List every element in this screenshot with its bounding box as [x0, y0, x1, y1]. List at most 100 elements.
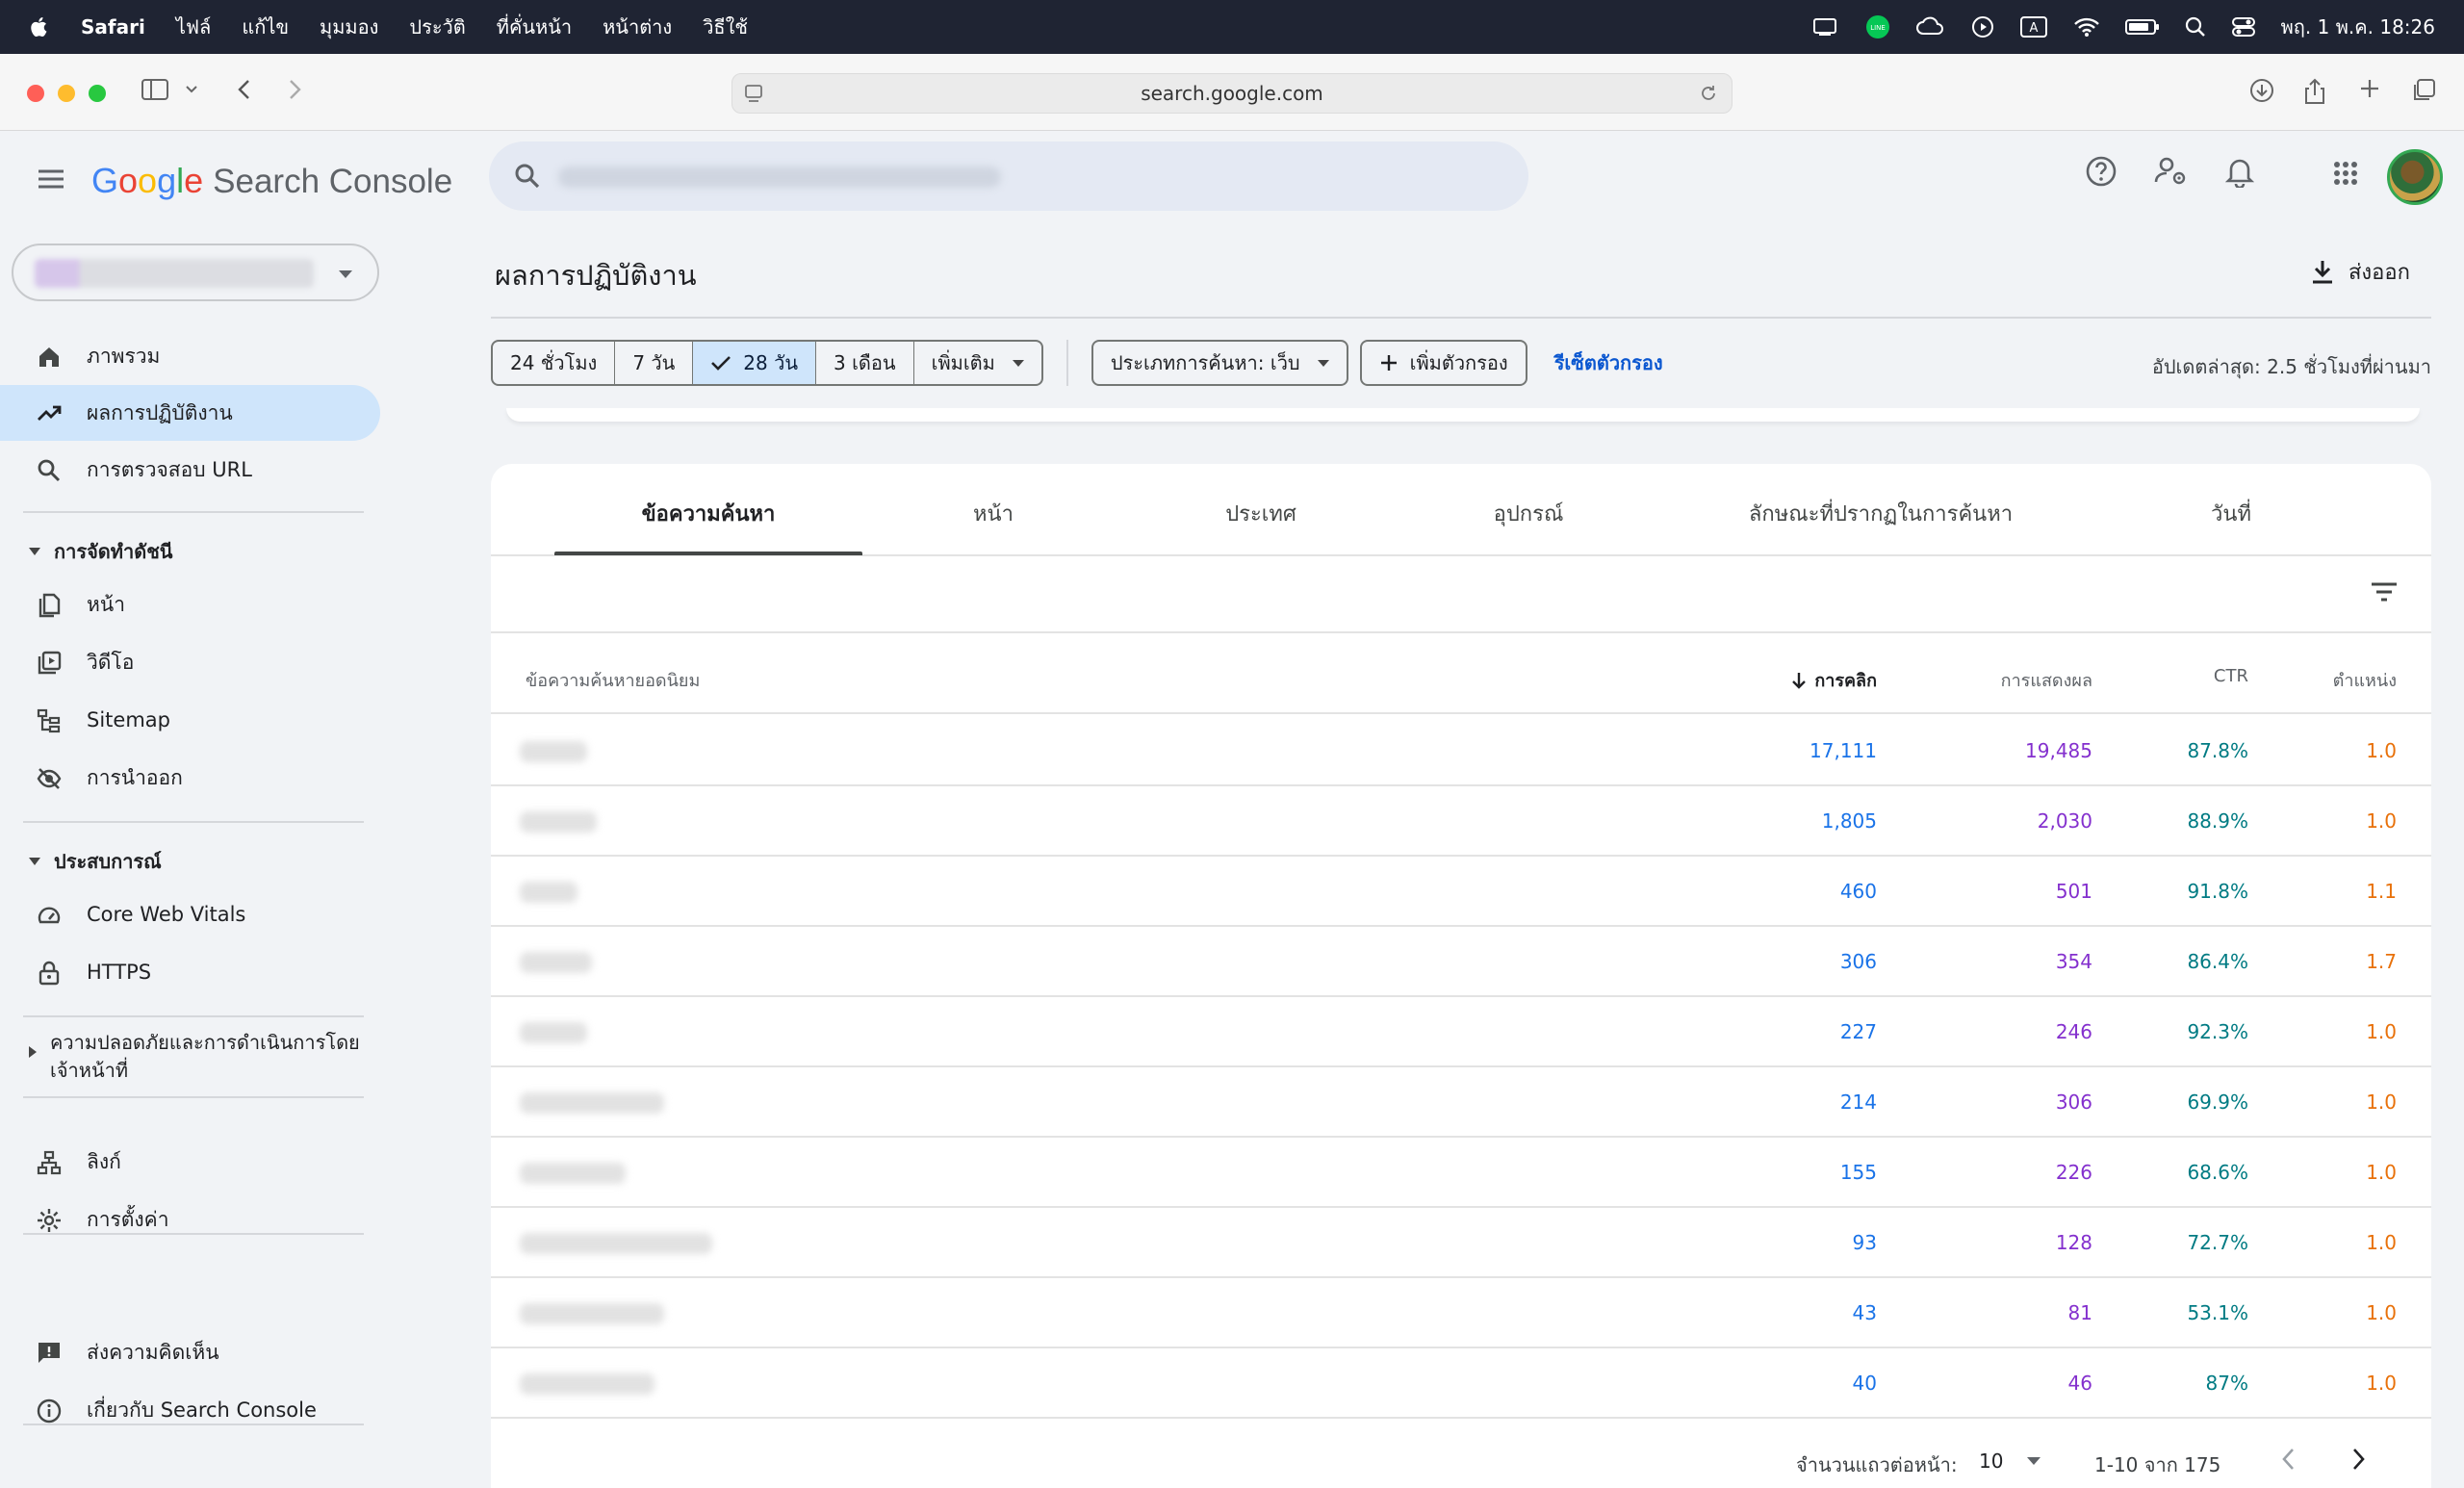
account-avatar[interactable]	[2387, 149, 2443, 205]
query-cell-redacted[interactable]	[491, 1138, 907, 1208]
next-page-icon[interactable]	[2348, 1446, 2368, 1473]
query-cell-redacted[interactable]	[491, 1278, 907, 1348]
menu-help[interactable]: วิธีใช้	[703, 12, 748, 42]
search-icon[interactable]	[514, 163, 541, 190]
query-cell-redacted[interactable]	[491, 927, 907, 997]
query-cell-redacted[interactable]	[491, 716, 907, 786]
query-cell-redacted[interactable]	[491, 857, 907, 927]
search-type-filter[interactable]: ประเภทการค้นหา: เว็บ	[1091, 340, 1348, 386]
query-cell-redacted[interactable]	[491, 786, 907, 857]
tab-devices[interactable]: อุปกรณ์	[1494, 497, 1564, 530]
sidebar-item-videos[interactable]: วิดีโอ	[0, 634, 380, 690]
back-arrow-icon[interactable]	[235, 77, 254, 102]
address-bar[interactable]: search.google.com	[732, 73, 1732, 114]
cloud-sync-icon[interactable]	[1915, 15, 1946, 38]
sidebar-item-settings[interactable]: การตั้งค่า	[0, 1192, 380, 1247]
table-row[interactable]: 227 246 92.3% 1.0	[491, 997, 2431, 1067]
previous-page-icon[interactable]	[2279, 1446, 2298, 1473]
menu-window[interactable]: หน้าต่าง	[603, 12, 672, 42]
column-header-impressions[interactable]: การแสดงผล	[2001, 666, 2092, 694]
main-menu-icon[interactable]	[37, 168, 65, 190]
battery-icon[interactable]	[2124, 17, 2160, 37]
section-security-manual-actions[interactable]: ความปลอดภัยและการดำเนินการโดย เจ้าหน้าที…	[29, 1029, 360, 1085]
play-icon[interactable]	[1971, 15, 1994, 38]
tab-countries[interactable]: ประเทศ	[1225, 497, 1296, 530]
query-cell-redacted[interactable]	[491, 1208, 907, 1278]
range-7d-button[interactable]: 7 วัน	[615, 342, 694, 384]
input-source-icon[interactable]: A	[2019, 15, 2048, 38]
sidebar-item-overview[interactable]: ภาพรวม	[0, 328, 380, 384]
table-row[interactable]: 1,805 2,030 88.9% 1.0	[491, 786, 2431, 857]
sidebar-item-performance[interactable]: ผลการปฏิบัติงาน	[0, 385, 380, 441]
sidebar-item-links[interactable]: ลิงก์	[0, 1134, 380, 1190]
sidebar-item-url-inspection[interactable]: การตรวจสอบ URL	[0, 442, 380, 498]
notifications-bell-icon[interactable]	[2225, 155, 2254, 188]
range-more-button[interactable]: เพิ่มเติม	[914, 342, 1041, 384]
close-window-button[interactable]	[27, 85, 44, 102]
menu-bookmarks[interactable]: ที่คั่นหน้า	[497, 12, 572, 42]
query-cell-redacted[interactable]	[491, 1067, 907, 1138]
column-header-query[interactable]: ข้อความค้นหายอดนิยม	[526, 666, 700, 694]
add-filter-button[interactable]: เพิ่มตัวกรอง	[1359, 340, 1527, 386]
line-app-icon[interactable]: LINE	[1865, 14, 1890, 39]
tab-dates[interactable]: วันที่	[2211, 497, 2251, 530]
section-experience[interactable]: ประสบการณ์	[29, 846, 162, 877]
wifi-icon[interactable]	[2073, 16, 2100, 38]
export-button[interactable]: ส่งออก	[2310, 255, 2410, 289]
tab-pages[interactable]: หน้า	[973, 497, 1014, 530]
user-settings-icon[interactable]	[2154, 155, 2189, 188]
new-tab-icon[interactable]	[2358, 77, 2381, 100]
tab-queries[interactable]: ข้อความค้นหา	[642, 497, 776, 530]
query-cell-redacted[interactable]	[491, 997, 907, 1067]
column-header-ctr[interactable]: CTR	[2214, 666, 2248, 686]
range-24h-button[interactable]: 24 ชั่วโมง	[493, 342, 616, 384]
menu-file[interactable]: ไฟล์	[176, 12, 211, 42]
table-row[interactable]: 214 306 69.9% 1.0	[491, 1067, 2431, 1138]
reset-filters-link[interactable]: รีเซ็ตตัวกรอง	[1554, 347, 1663, 378]
table-row[interactable]: 43 81 53.1% 1.0	[491, 1278, 2431, 1348]
spotlight-search-icon[interactable]	[2185, 16, 2206, 38]
filter-list-icon[interactable]	[2370, 579, 2399, 604]
table-row[interactable]: 40 46 87% 1.0	[491, 1348, 2431, 1419]
share-icon[interactable]	[2302, 77, 2327, 106]
sidebar-item-removals[interactable]: การนำออก	[0, 750, 380, 806]
sidebar-item-pages[interactable]: หน้า	[0, 577, 380, 632]
table-row[interactable]: 460 501 91.8% 1.1	[491, 857, 2431, 927]
property-selector[interactable]	[12, 244, 379, 301]
chevron-down-icon[interactable]	[185, 85, 198, 94]
sidebar-item-about[interactable]: เกี่ยวกับ Search Console	[0, 1382, 380, 1438]
apple-icon[interactable]	[27, 14, 52, 39]
table-row[interactable]: 93 128 72.7% 1.0	[491, 1208, 2431, 1278]
sidebar-item-sitemap[interactable]: Sitemap	[0, 692, 380, 748]
section-indexing[interactable]: การจัดทำดัชนี	[29, 536, 172, 567]
table-row[interactable]: 155 226 68.6% 1.0	[491, 1138, 2431, 1208]
table-row[interactable]: 306 354 86.4% 1.7	[491, 927, 2431, 997]
table-row[interactable]: 17,111 19,485 87.8% 1.0	[491, 716, 2431, 786]
control-center-icon[interactable]	[2231, 16, 2256, 38]
tab-search-appearance[interactable]: ลักษณะที่ปรากฏในการค้นหา	[1749, 497, 2013, 530]
column-header-position[interactable]: ตำแหน่ง	[2333, 666, 2397, 694]
menu-clock[interactable]: พฤ. 1 พ.ค. 18:26	[2281, 12, 2435, 42]
menu-view[interactable]: มุมมอง	[320, 12, 378, 42]
inspect-url-search-bar[interactable]	[489, 141, 1528, 211]
forward-arrow-icon[interactable]	[285, 77, 304, 102]
sidebar-item-https[interactable]: HTTPS	[0, 944, 380, 1000]
downloads-icon[interactable]	[2248, 77, 2275, 104]
search-console-logo[interactable]: Google Search Console	[91, 161, 452, 201]
range-3m-button[interactable]: 3 เดือน	[816, 342, 914, 384]
reload-icon[interactable]	[1699, 84, 1718, 103]
menu-edit[interactable]: แก้ไข	[242, 12, 289, 42]
tab-overview-icon[interactable]	[2410, 77, 2437, 104]
menu-history[interactable]: ประวัติ	[409, 12, 465, 42]
google-apps-icon[interactable]	[2333, 161, 2358, 186]
query-cell-redacted[interactable]	[491, 1348, 907, 1419]
sidebar-toggle-icon[interactable]	[141, 77, 171, 102]
range-28d-button[interactable]: 28 วัน	[693, 342, 817, 384]
menu-safari[interactable]: Safari	[81, 15, 145, 38]
sidebar-item-core-web-vitals[interactable]: Core Web Vitals	[0, 886, 380, 942]
sidebar-item-feedback[interactable]: ส่งความคิดเห็น	[0, 1324, 380, 1380]
screen-share-icon[interactable]	[1811, 15, 1840, 38]
minimize-window-button[interactable]	[58, 85, 75, 102]
url-text[interactable]: search.google.com	[1141, 82, 1323, 105]
page-settings-icon[interactable]	[744, 84, 765, 103]
